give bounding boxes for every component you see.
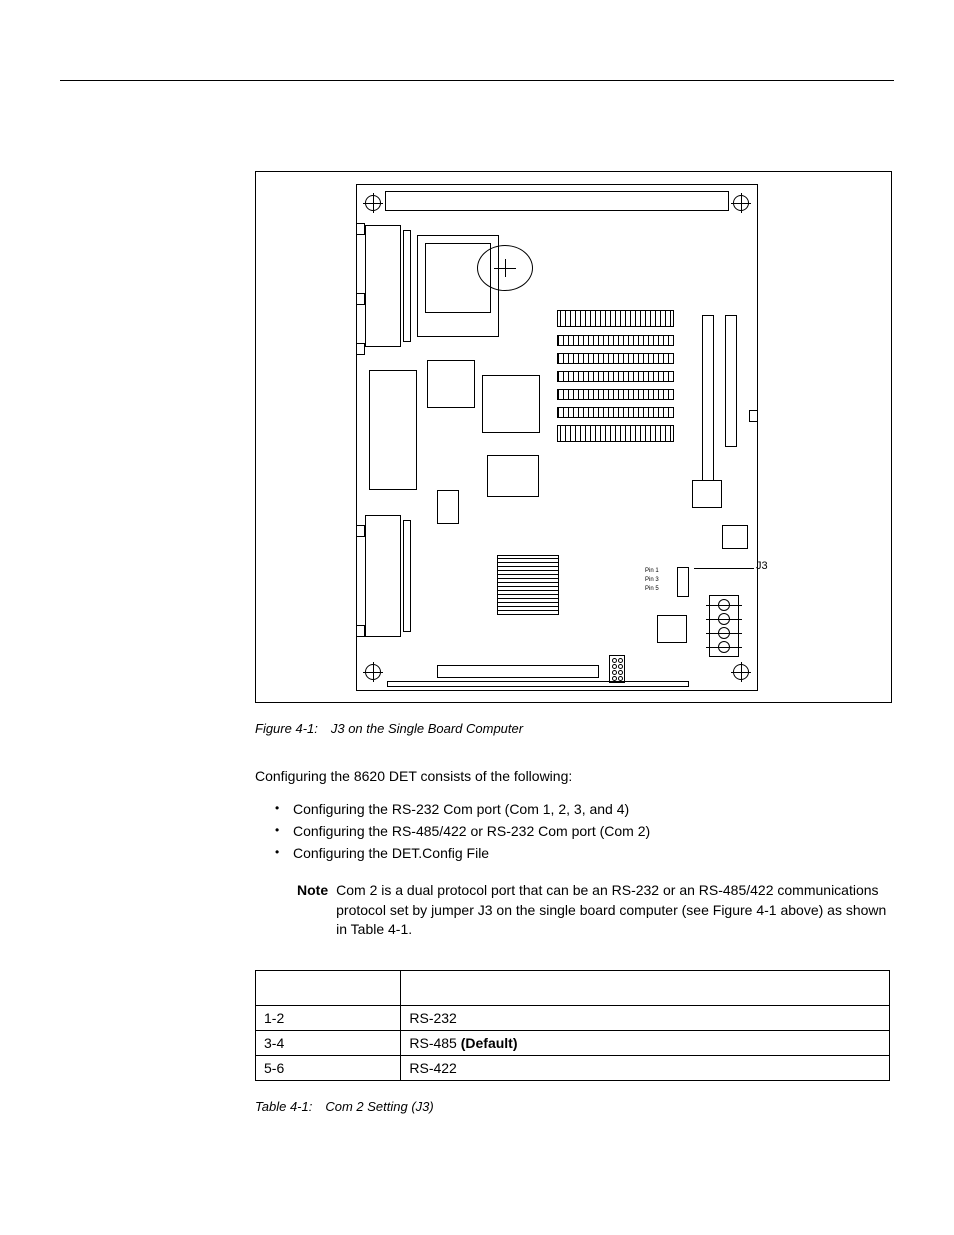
connector-rect xyxy=(365,515,401,637)
figure-caption: Figure 4-1: J3 on the Single Board Compu… xyxy=(255,721,889,736)
edge-notch xyxy=(356,223,365,235)
table-caption: Table 4-1: Com 2 Setting (J3) xyxy=(255,1099,889,1114)
bullet-list: Configuring the RS-232 Com port (Com 1, … xyxy=(255,801,889,861)
note-block: Note Com 2 is a dual protocol port that … xyxy=(297,881,889,940)
mount-hole-icon xyxy=(733,664,749,680)
table-cell: 3-4 xyxy=(256,1030,401,1055)
expansion-slot xyxy=(387,681,689,687)
chip-rect xyxy=(692,480,722,508)
j3-label: J3 xyxy=(756,560,768,572)
chip-rect xyxy=(487,455,539,497)
chip-rect xyxy=(497,555,559,615)
chip-rect xyxy=(657,615,687,643)
table-cell: RS-485 (Default) xyxy=(401,1030,890,1055)
ram-slot xyxy=(557,389,674,400)
power-connector xyxy=(709,595,739,657)
connector-rect xyxy=(369,370,417,490)
table-header xyxy=(401,970,890,1005)
chip-rect xyxy=(427,360,475,408)
figure-box: Pin 1 Pin 3 Pin 5 xyxy=(255,171,892,703)
ram-slot xyxy=(557,310,674,327)
board-outline: Pin 1 Pin 3 Pin 5 xyxy=(356,184,758,691)
expansion-slot xyxy=(725,315,737,447)
connector-rect xyxy=(365,225,401,347)
ram-slot xyxy=(557,371,674,382)
mount-hole-icon xyxy=(365,195,381,211)
table-row: 5-6 RS-422 xyxy=(256,1055,890,1080)
board-rect xyxy=(385,191,729,211)
table-cell: 1-2 xyxy=(256,1005,401,1030)
edge-notch xyxy=(356,625,365,637)
top-rule xyxy=(60,80,894,81)
list-item: Configuring the RS-485/422 or RS-232 Com… xyxy=(275,823,889,839)
connector-rect xyxy=(403,520,411,632)
table-cell: RS-232 xyxy=(401,1005,890,1030)
edge-notch xyxy=(356,343,365,355)
chip-rect xyxy=(437,490,459,524)
expansion-slot xyxy=(702,315,714,507)
pin-labels: Pin 1 Pin 3 Pin 5 xyxy=(645,567,659,594)
ram-slot xyxy=(557,353,674,364)
chip-rect xyxy=(722,525,748,549)
settings-table: 1-2 RS-232 3-4 RS-485 (Default) 5-6 RS-4… xyxy=(255,970,890,1081)
jumper-j3 xyxy=(677,567,689,597)
ram-slot xyxy=(557,335,674,346)
fan-icon xyxy=(477,245,533,291)
connector-rect xyxy=(403,230,411,342)
note-label: Note xyxy=(297,881,328,940)
note-text: Com 2 is a dual protocol port that can b… xyxy=(336,881,889,940)
table-row: 1-2 RS-232 xyxy=(256,1005,890,1030)
chip-rect xyxy=(482,375,540,433)
j3-leader-line xyxy=(694,568,754,569)
intro-text: Configuring the 8620 DET consists of the… xyxy=(255,766,889,787)
edge-notch xyxy=(356,525,365,537)
table-row: 3-4 RS-485 (Default) xyxy=(256,1030,890,1055)
list-item: Configuring the RS-232 Com port (Com 1, … xyxy=(275,801,889,817)
mount-hole-icon xyxy=(733,195,749,211)
expansion-slot xyxy=(437,665,599,678)
list-item: Configuring the DET.Config File xyxy=(275,845,889,861)
ram-slot xyxy=(557,407,674,418)
edge-notch xyxy=(749,410,758,422)
table-cell: RS-422 xyxy=(401,1055,890,1080)
edge-notch xyxy=(356,293,365,305)
pin-header xyxy=(609,655,625,683)
mount-hole-icon xyxy=(365,664,381,680)
table-header xyxy=(256,970,401,1005)
ram-slot xyxy=(557,425,674,442)
table-cell: 5-6 xyxy=(256,1055,401,1080)
